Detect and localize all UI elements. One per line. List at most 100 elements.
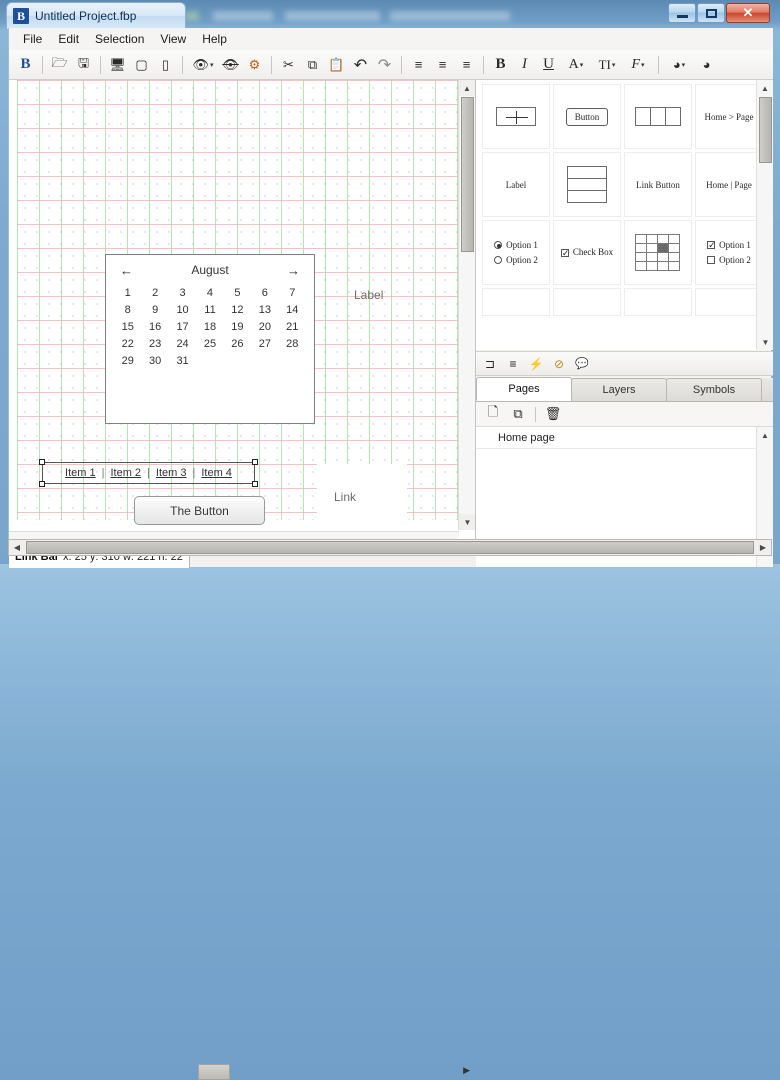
link-bar-widget[interactable]: Item 1 | Item 2 | Item 3 | Item 4 bbox=[42, 462, 255, 484]
scroll-right-icon[interactable]: ▶ bbox=[755, 540, 771, 555]
calendar-day[interactable]: 10 bbox=[169, 304, 196, 316]
text-size-icon[interactable]: TI▾ bbox=[592, 53, 622, 77]
bold-icon[interactable]: B bbox=[489, 53, 512, 77]
palette-menu-bar[interactable] bbox=[624, 84, 692, 149]
selection-handle[interactable] bbox=[39, 459, 45, 465]
scroll-right-icon[interactable]: ▶ bbox=[463, 1065, 470, 1076]
scroll-up-icon[interactable]: ▲ bbox=[757, 427, 773, 443]
palette-row4-cell[interactable] bbox=[695, 288, 763, 316]
selection-handle[interactable] bbox=[252, 481, 258, 487]
tab-symbols[interactable]: Symbols bbox=[666, 378, 762, 401]
duplicate-page-icon[interactable]: ⧉ bbox=[507, 404, 529, 424]
settings-gear-icon[interactable]: ⚙ bbox=[243, 53, 266, 77]
calendar-day[interactable]: 25 bbox=[196, 338, 223, 350]
palette-row4-cell[interactable] bbox=[553, 288, 621, 316]
calendar-day[interactable]: 7 bbox=[279, 287, 306, 299]
calendar-day[interactable]: 29 bbox=[114, 355, 141, 367]
menu-help[interactable]: Help bbox=[194, 30, 235, 48]
link-bar-item[interactable]: Item 1 bbox=[59, 467, 102, 479]
paste-icon[interactable]: 📋 bbox=[325, 53, 348, 77]
link-bar-item[interactable]: Item 3 bbox=[150, 467, 193, 479]
desktop-view-icon[interactable]: 🖥 bbox=[106, 53, 129, 77]
undo-icon[interactable]: ↶ bbox=[349, 53, 372, 77]
window-hscroll-thumb[interactable] bbox=[26, 541, 754, 554]
palette-vscroll-thumb[interactable] bbox=[759, 97, 772, 163]
maximize-button[interactable] bbox=[697, 3, 725, 23]
calendar-day[interactable]: 6 bbox=[251, 287, 278, 299]
tablet-view-icon[interactable]: ▢ bbox=[130, 53, 153, 77]
calendar-day[interactable]: 20 bbox=[251, 321, 278, 333]
save-icon[interactable]: 🖫 bbox=[72, 53, 95, 77]
calendar-day[interactable]: 11 bbox=[196, 304, 223, 316]
title-tab[interactable]: B Untitled Project.fbp bbox=[6, 2, 186, 29]
calendar-widget[interactable]: ← August → 1 2 3 4 5 6 7 8 9 10 11 12 bbox=[105, 254, 315, 424]
calendar-day[interactable]: 18 bbox=[196, 321, 223, 333]
palette-button[interactable]: Button bbox=[553, 84, 621, 149]
status-scroll-thumb[interactable] bbox=[198, 1064, 230, 1080]
calendar-day[interactable]: 5 bbox=[224, 287, 251, 299]
list-lines-icon[interactable]: ≡ bbox=[502, 353, 524, 374]
tab-layers[interactable]: Layers bbox=[571, 378, 667, 401]
delete-page-icon[interactable]: 🗑 bbox=[542, 404, 564, 424]
hide-eye-icon[interactable]: 👁 bbox=[219, 53, 242, 77]
link-bar-item[interactable]: Item 2 bbox=[104, 467, 147, 479]
font-color-icon[interactable]: A▾ bbox=[561, 53, 591, 77]
palette-stack[interactable] bbox=[553, 152, 621, 217]
open-icon[interactable]: 🗁 bbox=[48, 53, 71, 77]
phone-view-icon[interactable]: ▯ bbox=[154, 53, 177, 77]
calendar-day[interactable]: 16 bbox=[141, 321, 168, 333]
calendar-day[interactable]: 17 bbox=[169, 321, 196, 333]
copy-icon[interactable]: ⧉ bbox=[301, 53, 324, 77]
lightning-icon[interactable]: ⚡ bbox=[525, 353, 547, 374]
scroll-down-icon[interactable]: ▼ bbox=[757, 334, 773, 350]
calendar-day[interactable]: 19 bbox=[224, 321, 251, 333]
button-widget[interactable]: The Button bbox=[134, 496, 265, 525]
calendar-day[interactable]: 21 bbox=[279, 321, 306, 333]
italic-icon[interactable]: I bbox=[513, 53, 536, 77]
align-right-icon[interactable]: ≡ bbox=[455, 53, 478, 77]
calendar-day[interactable]: 13 bbox=[251, 304, 278, 316]
calendar-day[interactable]: 27 bbox=[251, 338, 278, 350]
insert-icon[interactable]: ⊐ bbox=[479, 353, 501, 374]
scroll-up-icon[interactable]: ▲ bbox=[757, 80, 773, 96]
fill-color-icon[interactable]: ◕▾ bbox=[664, 53, 694, 77]
design-canvas-area[interactable]: ← August → 1 2 3 4 5 6 7 8 9 10 11 12 bbox=[9, 80, 476, 548]
palette-link-button[interactable]: Link Button bbox=[624, 152, 692, 217]
palette-check-box[interactable]: Check Box bbox=[553, 220, 621, 285]
palette-radio-group[interactable]: Option 1 Option 2 bbox=[482, 220, 550, 285]
menu-edit[interactable]: Edit bbox=[50, 30, 87, 48]
palette-vertical-scrollbar[interactable]: ▲ ▼ bbox=[756, 80, 773, 350]
calendar-day[interactable]: 12 bbox=[224, 304, 251, 316]
calendar-day[interactable]: 31 bbox=[169, 355, 196, 367]
calendar-prev-arrow-icon[interactable]: ← bbox=[120, 263, 133, 278]
palette-row4-cell[interactable] bbox=[624, 288, 692, 316]
font-family-icon[interactable]: F▾ bbox=[623, 53, 653, 77]
preview-eye-icon[interactable]: 👁▾ bbox=[188, 53, 218, 77]
redo-icon[interactable]: ↷ bbox=[373, 53, 396, 77]
palette-table[interactable] bbox=[624, 220, 692, 285]
link-bar-item[interactable]: Item 4 bbox=[195, 467, 238, 479]
menu-file[interactable]: File bbox=[15, 30, 50, 48]
canvas-vertical-scrollbar[interactable]: ▲ ▼ bbox=[458, 80, 475, 530]
calendar-day[interactable]: 28 bbox=[279, 338, 306, 350]
palette-row4-cell[interactable] bbox=[482, 288, 550, 316]
align-center-icon[interactable]: ≡ bbox=[431, 53, 454, 77]
new-page-icon[interactable]: 🗋 bbox=[482, 404, 504, 424]
label-widget[interactable]: Label bbox=[354, 288, 383, 302]
comment-icon[interactable]: 💬 bbox=[571, 353, 593, 374]
palette-breadcrumb-pipe[interactable]: Home | Page bbox=[695, 152, 763, 217]
palette-check-group[interactable]: Option 1 Option 2 bbox=[695, 220, 763, 285]
selection-handle[interactable] bbox=[39, 481, 45, 487]
underline-icon[interactable]: U bbox=[537, 53, 560, 77]
calendar-day[interactable]: 15 bbox=[114, 321, 141, 333]
menu-view[interactable]: View bbox=[152, 30, 194, 48]
app-logo-icon[interactable]: B bbox=[14, 53, 37, 77]
calendar-day[interactable]: 24 bbox=[169, 338, 196, 350]
calendar-day[interactable]: 14 bbox=[279, 304, 306, 316]
calendar-day[interactable]: 30 bbox=[141, 355, 168, 367]
calendar-day[interactable]: 22 bbox=[114, 338, 141, 350]
calendar-next-arrow-icon[interactable]: → bbox=[287, 263, 300, 278]
palette-breadcrumb-arrow[interactable]: Home > Page bbox=[695, 84, 763, 149]
tab-pages[interactable]: Pages bbox=[476, 377, 572, 401]
scroll-left-icon[interactable]: ◀ bbox=[9, 540, 25, 555]
